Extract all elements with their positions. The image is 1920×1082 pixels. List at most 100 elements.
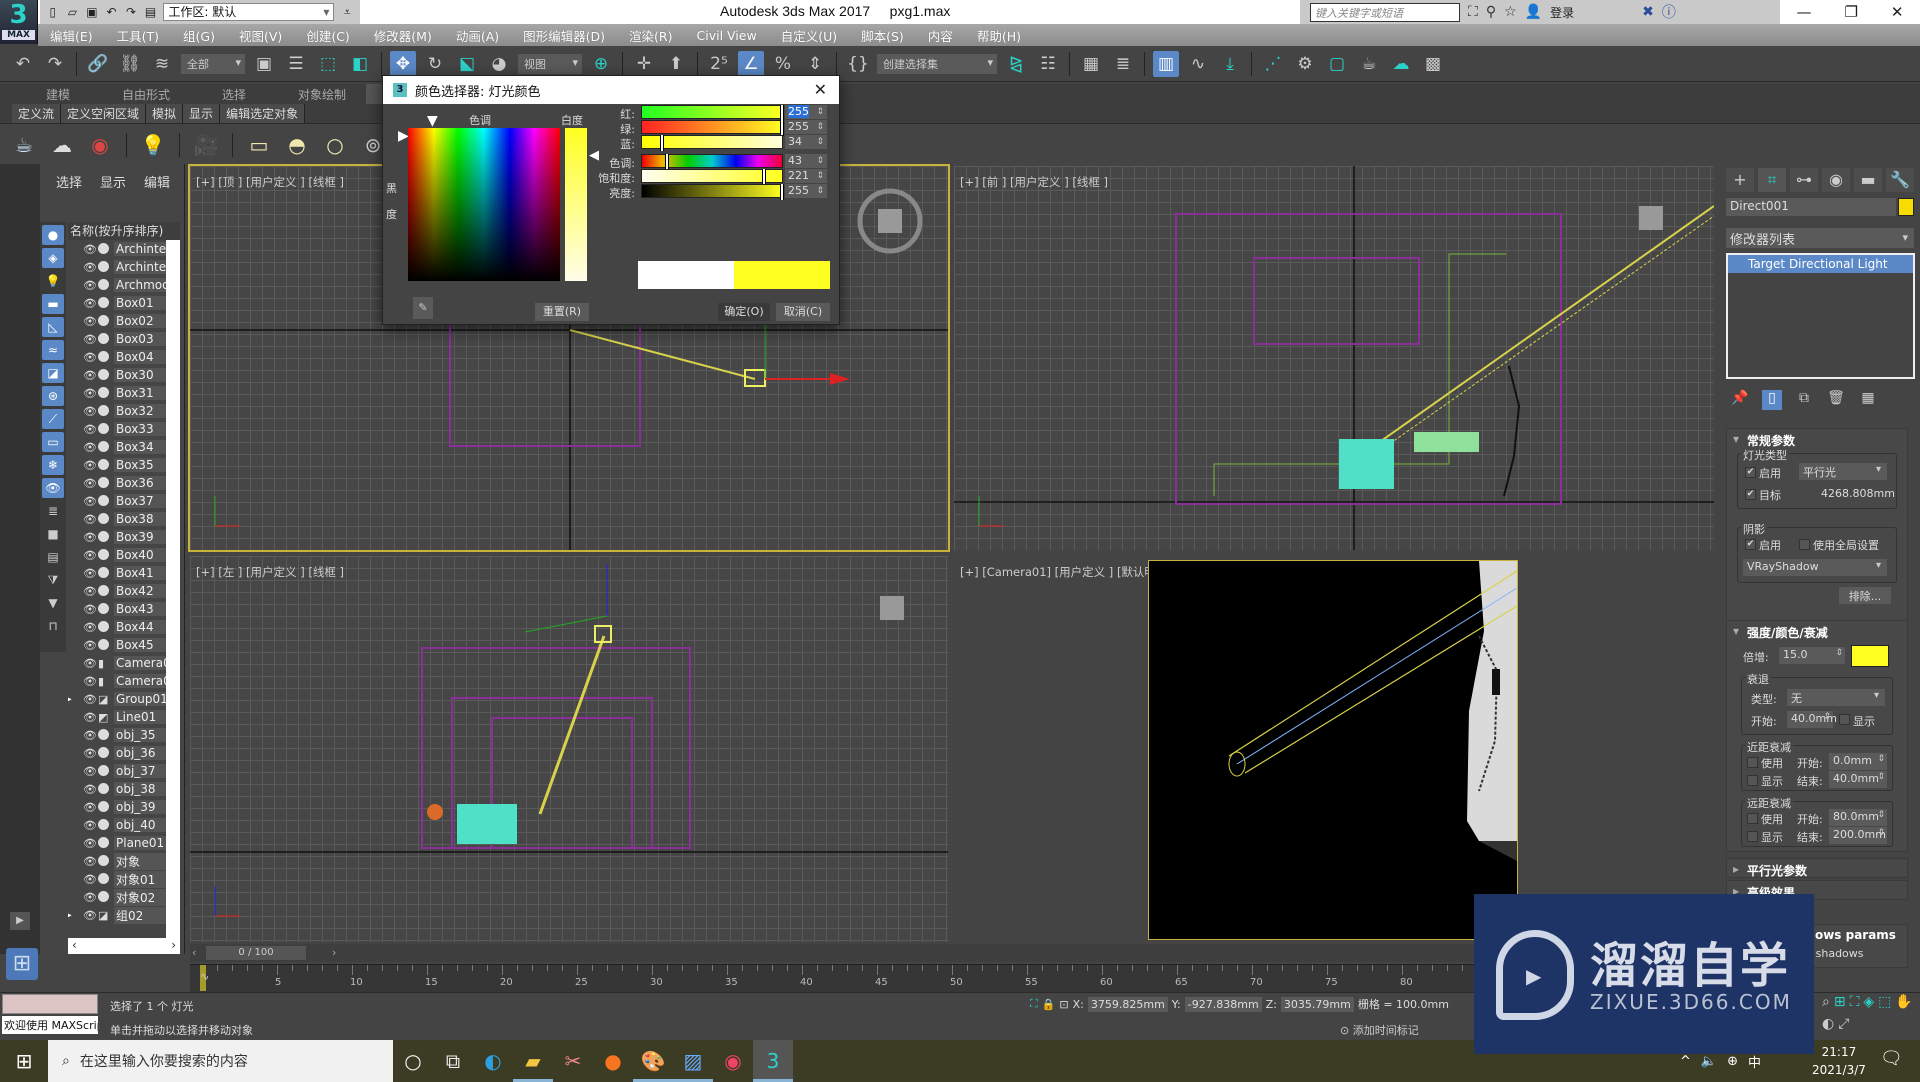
make-unique-icon[interactable]: ⧉ [1794,390,1814,410]
visibility-eye-icon[interactable]: 👁 [82,513,98,526]
selection-filter-dropdown[interactable]: 全部 [181,53,245,74]
visibility-eye-icon[interactable]: 👁 [82,369,98,382]
green-slider-thumb[interactable] [780,120,784,136]
pin-stack-icon[interactable]: 📌 [1730,390,1750,410]
viewport-front[interactable]: [+] [前 ] [用户定义 ] [线框 ] [954,166,1714,550]
lights-filter-icon[interactable]: 💡 [42,271,64,291]
whiteness-bar[interactable] [565,128,587,281]
rollout-directional-header[interactable]: 平行光参数 [1727,859,1907,882]
binoculars-icon[interactable]: ⛶ [1468,4,1478,20]
explorer-row[interactable]: 👁 ◩ Line01 [68,708,180,726]
visibility-eye-icon[interactable]: 👁 [82,675,98,688]
pivot-center-icon[interactable]: ⊕ [588,51,614,77]
visibility-eye-icon[interactable]: 👁 [82,657,98,670]
explorer-row[interactable]: 👁 Box44 [68,618,180,636]
object-color-swatch[interactable] [1898,198,1914,216]
visibility-eye-icon[interactable]: 👁 [82,693,98,706]
next-frame-icon[interactable]: › [332,946,336,959]
explorer-row[interactable]: 👁 Box33 [68,420,180,438]
light-on-checkbox[interactable]: ✔ [1745,467,1756,478]
edit-named-sets-icon[interactable]: {} [845,51,871,77]
visibility-eye-icon[interactable]: 👁 [82,891,98,904]
new-color-swatch[interactable] [734,261,830,289]
maxscript-listener[interactable] [2,994,98,1014]
containers-filter-icon[interactable]: ▭ [42,432,64,452]
maximize-viewport-icon[interactable]: ⤢ [1838,1016,1849,1034]
use-global-checkbox[interactable] [1799,539,1810,550]
explorer-row[interactable]: 👁 Box31 [68,384,180,402]
search-input[interactable]: 键入关键字或短语 [1310,2,1460,22]
expand-panel-button[interactable]: ▶ [10,912,30,930]
menu-item[interactable]: 脚本(S) [849,26,916,45]
visibility-eye-icon[interactable]: 👁 [82,765,98,778]
schematic-view-icon[interactable]: ⤓ [1217,51,1243,77]
cortana-icon[interactable]: ○ [393,1040,433,1082]
green-slider[interactable] [641,120,784,136]
visibility-eye-icon[interactable]: 👁 [82,855,98,868]
scroll-left-icon[interactable]: ‹ [72,938,77,954]
explorer-row[interactable]: 👁 Box03 [68,330,180,348]
target-checkbox[interactable]: ✔ [1745,489,1756,500]
explorer-row[interactable]: 👁 Box04 [68,348,180,366]
manipulate-icon[interactable]: ✛ [631,51,657,77]
explorer-row[interactable]: 👁 对象 [68,852,180,870]
filter-icon[interactable]: ⧩ [42,570,64,590]
visibility-eye-icon[interactable]: 👁 [82,603,98,616]
explorer-row[interactable]: 👁 obj_35 [68,726,180,744]
groups-filter-icon[interactable]: ◪ [42,363,64,383]
decay-type-dropdown[interactable]: 无 [1787,689,1885,706]
ref-coord-dropdown[interactable]: 视图 [518,53,582,74]
material-editor-icon[interactable]: ⋰ [1260,51,1286,77]
explorer-row[interactable]: 👁 obj_39 [68,798,180,816]
visibility-eye-icon[interactable]: 👁 [82,873,98,886]
open-file-icon[interactable]: ▱ [66,5,80,19]
funnel-icon[interactable]: ▼ [42,593,64,613]
maximize-button[interactable]: ❐ [1844,3,1857,21]
user-icon[interactable]: 👤 [1525,4,1542,20]
ribbon-subtab[interactable]: 编辑选定对象 [220,104,306,123]
near-use-checkbox[interactable] [1747,757,1758,768]
mirror-icon[interactable]: ⧎ [1003,51,1029,77]
lock-selection-icon[interactable]: 🔒 [1042,998,1056,1011]
show-end-result-icon[interactable]: ▯ [1762,390,1782,410]
customize-qa-icon[interactable]: ⩡ [340,5,354,19]
explorer-row[interactable]: 👁 obj_38 [68,780,180,798]
explorer-vscrollbar[interactable] [166,240,180,938]
hidden-filter-icon[interactable]: 👁 [42,478,64,498]
unlink-icon[interactable]: ⛓ [117,51,143,77]
explorer-row[interactable]: 👁 Box37 [68,492,180,510]
explorer-row[interactable]: 👁 Box36 [68,474,180,492]
drawing-app-icon[interactable]: ▨ [673,1040,713,1082]
far-start-spinner[interactable]: 80.0mm [1829,809,1887,826]
curve-editor-icon[interactable]: ∿ [1185,51,1211,77]
visibility-eye-icon[interactable]: 👁 [82,783,98,796]
paint-icon[interactable]: 🎨 [633,1040,673,1082]
ribbon-tab[interactable]: 建模 [14,84,102,104]
zoom-extents-icon[interactable]: ⛶ [1850,994,1860,1012]
scene-explorer-icon[interactable]: ▦ [1078,51,1104,77]
select-object-icon[interactable]: ▣ [251,51,277,77]
modifier-list-dropdown[interactable]: 修改器列表 [1726,228,1914,248]
explorer-column-header[interactable]: 名称(按升序排序) [68,222,180,240]
explorer-tab[interactable]: 显示 [100,172,126,191]
blue-slider-thumb[interactable] [660,135,665,151]
green-spinner[interactable]: 255 [785,120,827,134]
explorer-row[interactable]: 👁▮Camera01.Target [68,672,180,690]
zoom-icon[interactable]: ⌕ [1822,994,1830,1012]
explorer-row[interactable]: 👁 Box30 [68,366,180,384]
menu-item[interactable]: 帮助(H) [965,26,1033,45]
eyedropper-icon[interactable]: ✎ [413,297,433,319]
decay-start-spinner[interactable]: 40.0mm [1787,711,1837,728]
far-end-spinner[interactable]: 200.0mm [1829,827,1887,844]
isolate-icon[interactable]: ⛶ [1030,997,1038,1011]
menu-item[interactable]: 工具(T) [105,26,171,45]
explorer-row[interactable]: ▶👁◪Group01 [68,690,180,708]
menu-item[interactable]: 动画(A) [444,26,511,45]
a360-gallery-icon[interactable]: ▩ [1420,51,1446,77]
render-cloud-icon[interactable]: ☁ [1388,51,1414,77]
close-button[interactable]: ✕ [1891,3,1904,21]
time-slider-thumb[interactable]: 0 / 100 [206,946,306,960]
menu-item[interactable]: 图形编辑器(D) [511,26,617,45]
explorer-row[interactable]: 👁 Box38 [68,510,180,528]
firefox-icon[interactable]: ● [593,1040,633,1082]
